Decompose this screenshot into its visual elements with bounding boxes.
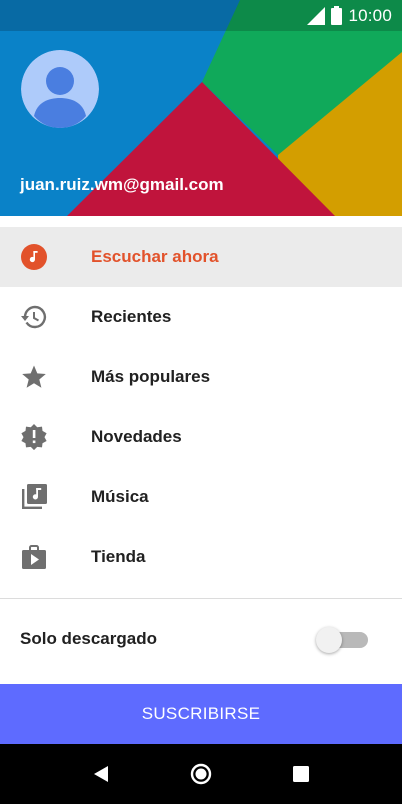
store-icon [21, 544, 47, 570]
menu-item-label: Escuchar ahora [91, 247, 219, 266]
new-badge-icon [21, 424, 47, 450]
history-icon [21, 304, 47, 330]
music-library-icon [21, 484, 47, 510]
downloaded-only-toggle[interactable] [316, 625, 370, 655]
menu-item-label: Recientes [91, 307, 172, 326]
menu-item-label: Novedades [91, 427, 182, 446]
menu-item-label: Música [91, 487, 149, 506]
menu-item-top-charts[interactable]: Más populares [0, 347, 402, 407]
menu-item-label: Más populares [91, 367, 211, 386]
signal-icon [307, 6, 326, 25]
status-time: 10:00 [348, 5, 392, 25]
battery-icon [331, 6, 343, 25]
back-icon[interactable] [89, 762, 113, 786]
divider [0, 598, 402, 599]
account-email[interactable]: juan.ruiz.wm@gmail.com [20, 175, 224, 195]
status-bar: 10:00 [0, 0, 402, 31]
toggle-thumb [316, 627, 342, 653]
drawer-header: 10:00 juan.ruiz.wm@gmail.com [0, 0, 402, 216]
star-icon [21, 364, 47, 390]
system-nav-bar [0, 744, 402, 804]
menu-item-new-releases[interactable]: Novedades [0, 407, 402, 467]
menu-item-listen-now[interactable]: Escuchar ahora [0, 227, 402, 287]
menu-item-store[interactable]: Tienda [0, 527, 402, 587]
downloaded-only-row[interactable]: Solo descargado [0, 609, 402, 669]
recents-icon[interactable] [289, 762, 313, 786]
menu-item-label: Tienda [91, 547, 146, 566]
listen-now-icon [21, 244, 47, 270]
nav-menu: Escuchar ahora Recientes Más populares N… [0, 227, 402, 587]
menu-item-recent[interactable]: Recientes [0, 287, 402, 347]
account-avatar-icon[interactable] [21, 50, 99, 128]
subscribe-button[interactable]: SUSCRIBIRSE [0, 684, 402, 744]
home-icon[interactable] [189, 762, 213, 786]
downloaded-only-label: Solo descargado [20, 629, 157, 648]
menu-item-music[interactable]: Música [0, 467, 402, 527]
